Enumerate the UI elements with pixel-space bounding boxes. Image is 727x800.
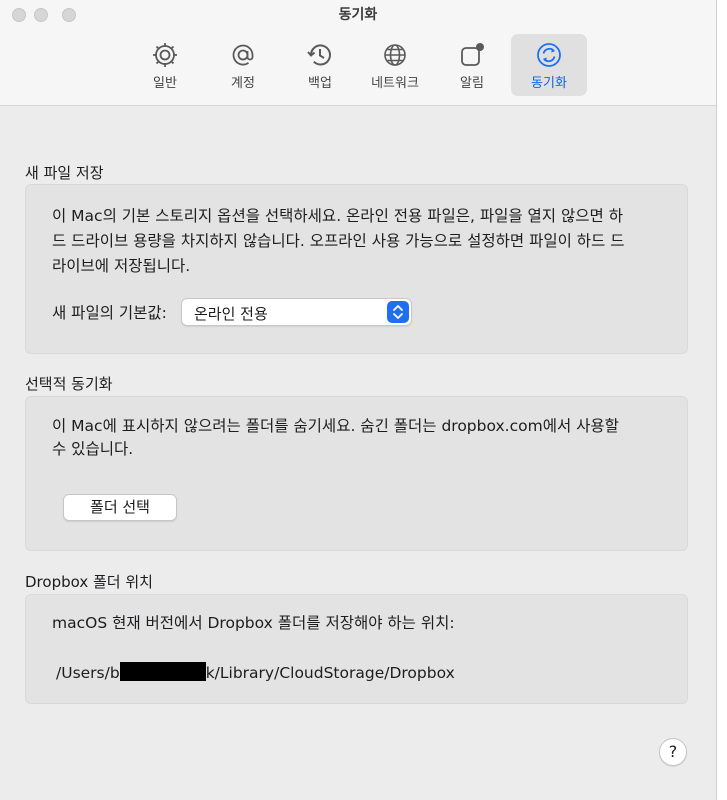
selective-sync-description-line2: 수 있습니다. xyxy=(52,440,134,458)
location-panel: macOS 현재 버전에서 Dropbox 폴더를 저장해야 하는 위치: /U… xyxy=(25,594,688,704)
tab-network[interactable]: 네트워크 xyxy=(357,34,433,96)
tab-sync-label: 동기화 xyxy=(531,76,567,91)
tab-account-label: 계정 xyxy=(231,76,255,91)
dropbox-folder-path: /Users/b k/Library/CloudStorage/Dropbox xyxy=(56,661,676,686)
history-clock-icon xyxy=(307,44,331,66)
selective-sync-panel: 이 Mac에 표시하지 않으려는 폴더를 숨기세요. 숨긴 폴더는 dropbo… xyxy=(25,396,688,551)
selective-sync-description-line1: 이 Mac에 표시하지 않으려는 폴더를 숨기세요. 숨긴 폴더는 dropbo… xyxy=(52,417,619,435)
tab-general-label: 일반 xyxy=(153,76,177,91)
new-file-description-line2: 드 드라이브 용량을 차지하지 않습니다. 오프라인 사용 가능으로 설정하면 … xyxy=(52,232,625,250)
new-file-description-line3: 라이브에 저장됩니다. xyxy=(52,257,191,275)
default-storage-select[interactable]: 온라인 전용 xyxy=(181,298,412,326)
background-window-edge xyxy=(716,0,727,800)
new-file-description-line1: 이 Mac의 기본 스토리지 옵션을 선택하세요. 온라인 전용 파일은, 파일… xyxy=(52,207,623,225)
tab-notifications-label: 알림 xyxy=(460,76,484,91)
path-suffix: k/Library/CloudStorage/Dropbox xyxy=(205,664,455,682)
path-prefix: /Users/b xyxy=(56,664,120,682)
new-file-section-title: 새 파일 저장 xyxy=(25,164,104,182)
new-file-panel: 이 Mac의 기본 스토리지 옵션을 선택하세요. 온라인 전용 파일은, 파일… xyxy=(25,184,688,354)
location-section-title: Dropbox 폴더 위치 xyxy=(25,573,153,591)
notification-badge-icon xyxy=(461,43,484,66)
tab-sync[interactable]: 동기화 xyxy=(511,34,587,96)
location-description: macOS 현재 버전에서 Dropbox 폴더를 저장해야 하는 위치: xyxy=(52,614,455,632)
tab-notifications[interactable]: 알림 xyxy=(434,34,510,96)
selective-sync-section-title: 선택적 동기화 xyxy=(25,375,113,393)
tab-backup[interactable]: 백업 xyxy=(282,34,358,96)
tab-network-label: 네트워크 xyxy=(371,76,419,91)
preferences-window: 동기화 일반 계정 백업 네트워크 알림 동기화 새 파일 저장 이 Mac의 … xyxy=(0,0,716,800)
tab-general[interactable]: 일반 xyxy=(127,34,203,96)
redacted-username xyxy=(119,662,206,681)
gear-icon xyxy=(153,43,177,67)
at-sign-icon xyxy=(232,44,254,66)
window-title: 동기화 xyxy=(338,7,378,23)
globe-icon xyxy=(384,44,406,66)
tab-backup-label: 백업 xyxy=(308,76,332,91)
help-button[interactable]: ? xyxy=(659,738,687,766)
default-setting-label: 새 파일의 기본값: xyxy=(52,304,167,322)
updown-chevron-icon xyxy=(387,301,409,323)
choose-folders-button[interactable]: 폴더 선택 xyxy=(63,494,177,521)
sync-icon xyxy=(537,43,561,67)
tab-account[interactable]: 계정 xyxy=(205,34,281,96)
default-storage-value: 온라인 전용 xyxy=(194,305,268,323)
toolbar: 동기화 일반 계정 백업 네트워크 알림 동기화 xyxy=(0,0,716,106)
